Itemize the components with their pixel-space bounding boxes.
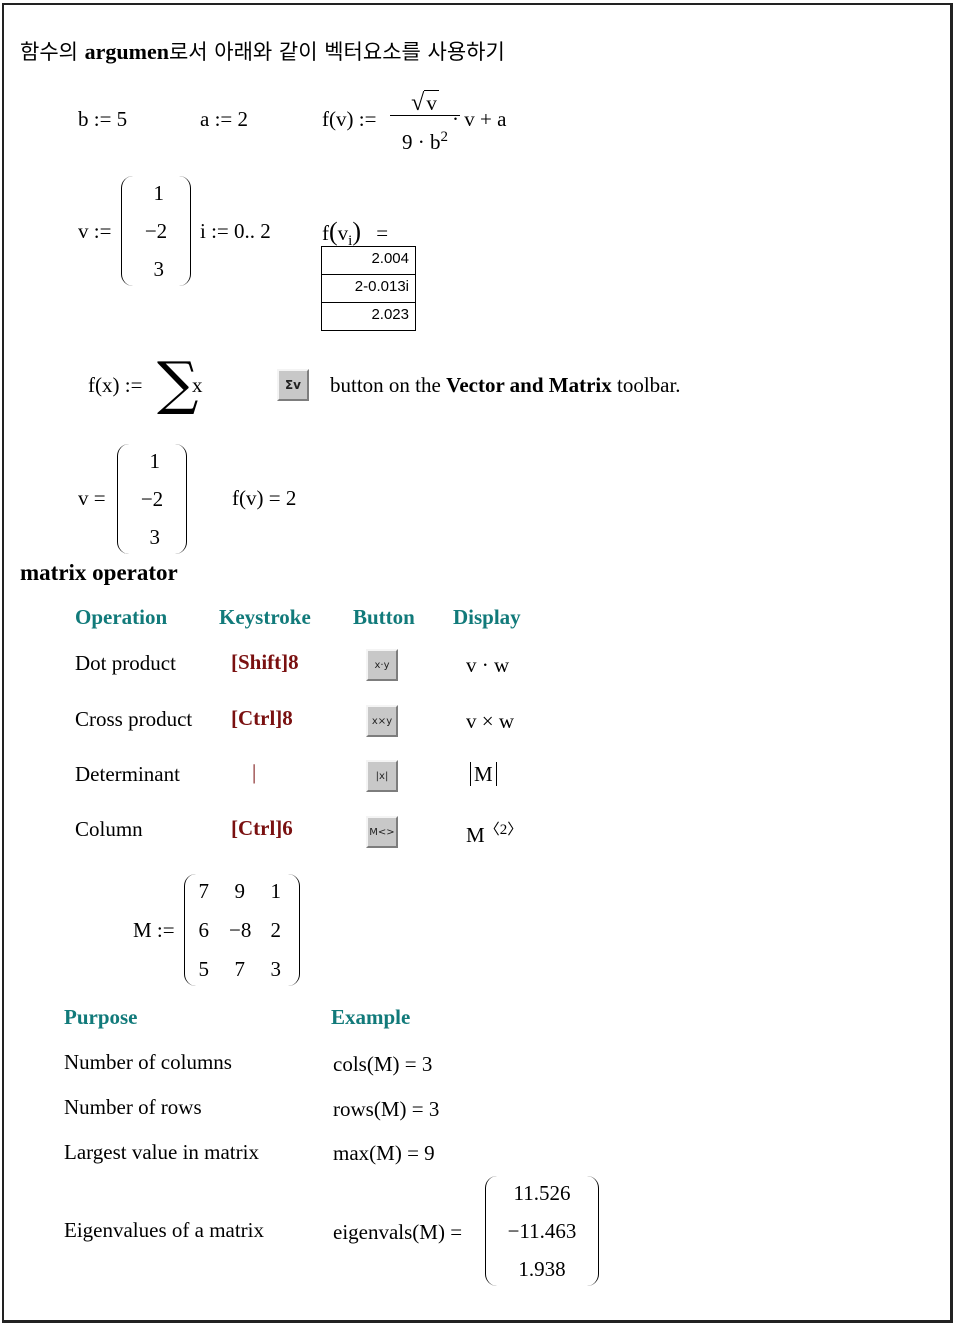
header-purpose: Purpose (64, 1005, 138, 1029)
op-column: Column (75, 817, 143, 841)
matrix-cell: −8 (229, 918, 252, 942)
fraction-numerator: √v (411, 90, 439, 115)
vector-eval-lhs: v = (78, 486, 106, 510)
eigenvals-vector: 11.526 −11.463 1.938 (485, 1176, 599, 1286)
display-column-base: M (466, 823, 485, 847)
display-column-superscript: 〈2〉 (484, 822, 523, 838)
heading-prefix: 함수의 (20, 40, 85, 64)
def-b: b := 5 (78, 107, 128, 131)
vector-element: 3 (153, 257, 165, 281)
right-paren (178, 176, 191, 286)
sqrt-icon: √ (411, 90, 425, 116)
right-paren (287, 874, 300, 986)
right-paren (586, 1176, 599, 1286)
f-name: f (322, 221, 329, 245)
equals-sign: = (376, 221, 389, 245)
matrix-cell: 1 (270, 879, 282, 903)
denominator-text: 9 · b (402, 130, 441, 154)
def-a: a := 2 (200, 107, 248, 131)
column-button[interactable]: M<> (366, 816, 398, 848)
denominator-exponent: 2 (440, 129, 449, 145)
def-f-tail: · v + a (452, 107, 507, 131)
matrix-m: 791 6 −8 2 573 (184, 874, 300, 986)
vector-element: 3 (149, 525, 161, 549)
vector-eval-matrix: 1 −2 3 (117, 444, 187, 554)
display-dot: v · w (466, 653, 510, 677)
sum-def-lhs: f(x) := (88, 373, 143, 397)
left-paren (184, 874, 197, 986)
eigenvalue: 11.526 (513, 1181, 571, 1205)
op-cross-product: Cross product (75, 707, 193, 731)
vector-element: −2 (144, 219, 168, 243)
example-cols: cols(M) = 3 (333, 1052, 433, 1076)
header-display: Display (453, 605, 521, 629)
example-eigenvals: eigenvals(M) = (333, 1220, 463, 1244)
op-dot-product: Dot product (75, 651, 176, 675)
vector-def-lhs: v := (78, 219, 112, 243)
purpose-rows: Number of rows (64, 1095, 202, 1119)
header-button: Button (353, 605, 415, 629)
vector-sum-button[interactable]: Σv (277, 369, 309, 401)
def-f-lhs: f(v) := (322, 107, 377, 131)
f-v-result: f(v) = 2 (232, 486, 297, 510)
vector-element: 1 (149, 449, 161, 473)
desc-post: toolbar. (611, 373, 681, 397)
heading-bold: argumen (84, 39, 169, 64)
eigenvalue: −11.463 (507, 1219, 577, 1243)
result-cell: 2.004 (322, 247, 415, 275)
purpose-cols: Number of columns (64, 1050, 232, 1074)
section-title: matrix operator (20, 560, 178, 585)
result-table: 2.004 2-0.013i 2.023 (321, 246, 416, 331)
matrix-cell: 2 (270, 918, 282, 942)
fraction-line (390, 115, 460, 116)
sqrt-content: v (424, 90, 439, 115)
fraction-denominator: 9 · b2 (402, 124, 448, 155)
keystroke-cross: [Ctrl]8 (231, 706, 293, 730)
keystroke-dot: [Shift]8 (231, 650, 299, 674)
cross-product-button[interactable]: x×y (366, 705, 398, 737)
vector-element: −2 (140, 487, 164, 511)
display-cross: v × w (466, 709, 515, 733)
left-paren (117, 444, 130, 554)
keystroke-determinant: | (252, 760, 257, 784)
sum-description: button on the Vector and Matrix toolbar. (330, 373, 681, 398)
purpose-max: Largest value in matrix (64, 1140, 259, 1164)
purpose-eigenvals: Eigenvalues of a matrix (64, 1218, 265, 1242)
op-determinant: Determinant (75, 762, 180, 786)
dot-product-button[interactable]: x·y (366, 649, 398, 681)
f-arg: v (337, 221, 349, 245)
matrix-cell: 3 (270, 957, 282, 981)
def-f-fraction: √v 9 · b2 (390, 90, 460, 155)
desc-pre: button on the (330, 373, 447, 397)
left-paren (485, 1176, 498, 1286)
page-heading: 함수의 argumen로서 아래와 같이 벡터요소를 사용하기 (20, 36, 505, 66)
header-operation: Operation (75, 605, 168, 629)
range-def: i := 0.. 2 (200, 219, 271, 243)
matrix-def-lhs: M := (133, 918, 175, 942)
desc-bold: Vector and Matrix (446, 373, 612, 397)
result-cell: 2-0.013i (322, 275, 415, 303)
sum-var: x (192, 373, 203, 397)
example-max: max(M) = 9 (333, 1141, 435, 1165)
vector-def-matrix: 1 −2 3 (121, 176, 191, 286)
header-example: Example (331, 1005, 411, 1029)
matrix-cell: 7 (234, 957, 246, 981)
determinant-button[interactable]: |x| (366, 760, 398, 792)
example-rows: rows(M) = 3 (333, 1097, 440, 1121)
display-determinant: M (470, 762, 497, 786)
vector-element: 1 (153, 181, 165, 205)
heading-suffix: 로서 아래와 같이 벡터요소를 사용하기 (168, 40, 505, 64)
right-paren (174, 444, 187, 554)
matrix-cell: 9 (234, 879, 246, 903)
display-column: M〈2〉 (466, 818, 522, 848)
eigenvalue: 1.938 (518, 1257, 566, 1281)
keystroke-column: [Ctrl]6 (231, 816, 293, 840)
left-paren (121, 176, 134, 286)
result-cell: 2.023 (371, 306, 409, 323)
header-keystroke: Keystroke (219, 605, 311, 629)
